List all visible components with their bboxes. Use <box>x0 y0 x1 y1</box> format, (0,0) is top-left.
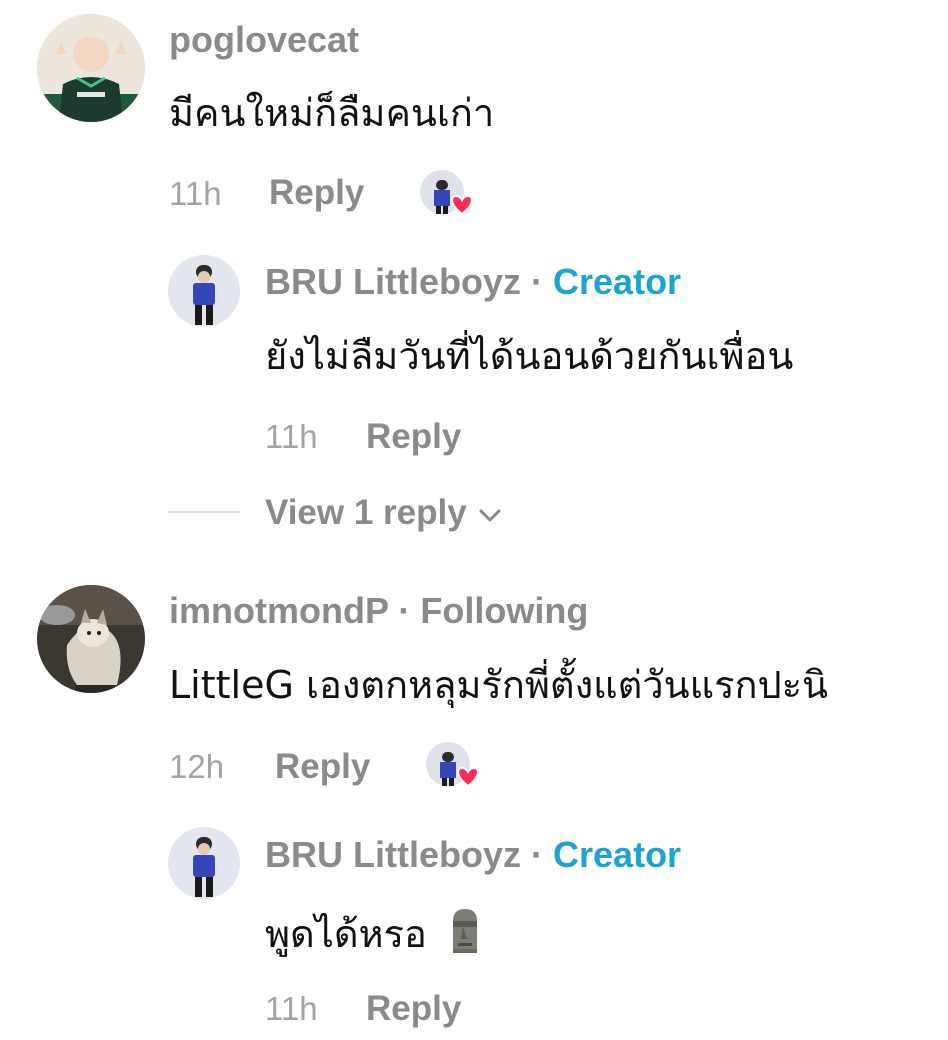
reply-username[interactable]: BRU Littleboyz <box>265 261 521 302</box>
reply-username-line: BRU Littleboyz · Creator <box>265 837 681 873</box>
following-badge: Following <box>420 590 589 631</box>
avatar-bru-littleboyz[interactable] <box>168 827 240 899</box>
comment-text: มีคนใหม่ก็ลืมคนเก่า <box>169 91 495 135</box>
avatar-imnotmondp[interactable] <box>37 585 145 693</box>
reply-text-line: พูดได้หรอ <box>265 907 483 955</box>
reply-button[interactable]: Reply <box>366 419 461 454</box>
comment-username[interactable]: imnotmondP <box>169 590 388 631</box>
reply-timestamp: 11h <box>265 418 318 455</box>
creator-badge: Creator <box>553 834 682 875</box>
creator-badge: Creator <box>553 261 682 302</box>
reply-text: ยังไม่ลืมวันที่ได้นอนด้วยกันเพื่อน <box>265 334 794 378</box>
view-replies-button[interactable]: View 1 reply <box>265 495 502 530</box>
moai-emoji <box>452 909 477 953</box>
reply-button[interactable]: Reply <box>366 991 461 1026</box>
reply-text: พูดได้หรอ <box>265 912 427 956</box>
reply-username-line: BRU Littleboyz · Creator <box>265 264 681 300</box>
reply-button[interactable]: Reply <box>275 749 370 784</box>
reply-button[interactable]: Reply <box>269 175 364 210</box>
comment-timestamp: 12h <box>169 748 225 785</box>
avatar-bru-littleboyz[interactable] <box>168 255 240 327</box>
comment-username-line: imnotmondP · Following <box>169 593 588 629</box>
separator-dot: · <box>398 590 411 631</box>
separator-dot: · <box>531 834 544 875</box>
creator-liked-heart-icon <box>420 170 473 216</box>
reply-timestamp: 11h <box>265 990 318 1027</box>
comment-timestamp: 11h <box>169 175 222 212</box>
comment-username[interactable]: poglovecat <box>169 22 359 58</box>
comment-text: LittleG เองตกหลุมรักพี่ตั้งแต่วันแรกปะนิ <box>169 663 829 707</box>
separator-dot: · <box>531 261 544 302</box>
avatar-poglovecat[interactable] <box>37 14 145 122</box>
view-replies-label: View 1 reply <box>265 493 467 532</box>
chevron-down-icon <box>479 509 501 522</box>
creator-liked-heart-icon <box>426 742 479 788</box>
view-replies-divider <box>168 511 240 513</box>
reply-username[interactable]: BRU Littleboyz <box>265 834 521 875</box>
